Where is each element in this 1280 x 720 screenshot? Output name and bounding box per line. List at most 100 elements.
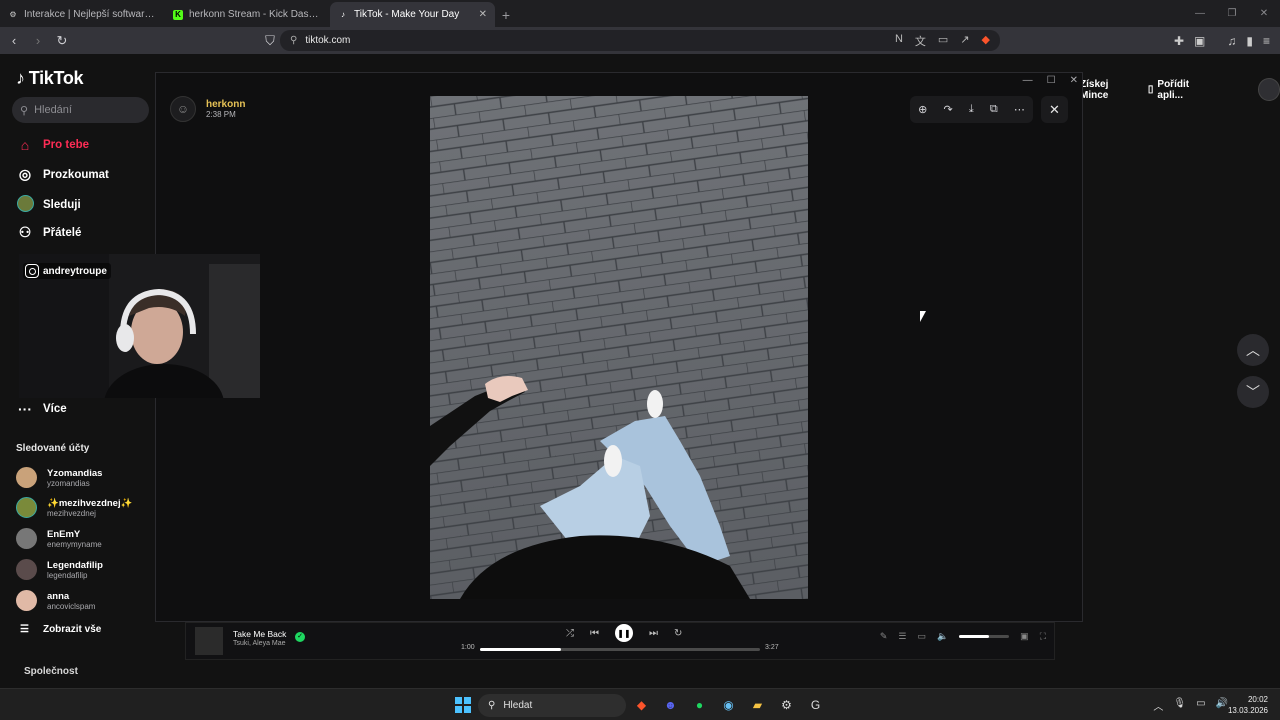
tab-tiktok[interactable]: ♪ TikTok - Make Your Day ✕	[330, 2, 495, 27]
no-translate-icon[interactable]: N	[895, 33, 903, 49]
fullscreen-icon[interactable]: ⛶	[1040, 631, 1046, 642]
nav-vice[interactable]: ··· Více	[16, 401, 67, 417]
bookmark-icon[interactable]: ⛉	[260, 31, 280, 51]
avatar	[16, 467, 37, 488]
chevron-up-icon[interactable]: ︿	[1153, 698, 1163, 713]
restore-icon[interactable]: ❐	[1216, 0, 1248, 27]
track-title[interactable]: Take Me Back	[233, 629, 286, 639]
music-player: Take Me Back Tsuki, Aleya Mae ✓ ⤮ ⏮ ❚❚ ⏭…	[185, 622, 1055, 660]
speaker-icon[interactable]: 🔊	[1216, 698, 1228, 713]
queue-icon[interactable]: ☰	[898, 631, 906, 642]
next-icon[interactable]: ⏭	[649, 628, 658, 639]
viewer-timestamp: 2:38 PM	[206, 110, 236, 119]
get-coins-button[interactable]: Získej Mince	[1080, 79, 1138, 101]
minimize-icon[interactable]: —	[1184, 0, 1216, 27]
site-info-icon[interactable]: ⚲	[290, 35, 297, 46]
miniplayer-icon[interactable]: ▣	[1020, 631, 1029, 642]
following-handle: yzomandias	[47, 478, 90, 488]
download-icon[interactable]: ⤓	[969, 103, 974, 116]
start-button[interactable]	[455, 697, 471, 713]
close-tab-icon[interactable]: ✕	[479, 9, 487, 20]
following-item[interactable]: anna ancoviclspam	[16, 590, 95, 611]
volume-fill	[959, 635, 990, 638]
wallet-icon[interactable]: ▣	[1194, 34, 1205, 48]
media-image[interactable]	[430, 96, 808, 599]
system-tray: ︿ 🎙 ▭ 🔊	[1153, 698, 1228, 713]
show-all-label: Zobrazit vše	[42, 624, 102, 635]
shuffle-icon[interactable]: ⤮	[566, 628, 574, 639]
media-icon[interactable]: ♫	[1227, 34, 1236, 48]
forward-icon[interactable]: ↷	[943, 103, 952, 116]
volume-slider[interactable]	[959, 635, 1010, 638]
spotify-icon[interactable]: ●	[690, 694, 709, 716]
extensions-icon[interactable]: ✚	[1174, 34, 1184, 48]
nav-pro-tebe[interactable]: ⌂ Pro tebe	[16, 137, 89, 153]
mic-icon[interactable]: ✎	[880, 631, 888, 642]
playback-progress[interactable]	[480, 648, 760, 651]
viewer-username[interactable]: herkonn	[206, 99, 245, 110]
url-field[interactable]: ⚲ tiktok.com N 文 ▭ ↗ ◆	[280, 30, 1000, 51]
minimize-icon[interactable]: —	[1023, 75, 1033, 86]
back-icon[interactable]: ‹	[4, 31, 24, 51]
search-input[interactable]: ⚲ Hledání	[12, 97, 149, 123]
nav-prozkoumat[interactable]: ◎ Prozkoumat	[16, 166, 109, 183]
volume-icon[interactable]: 🔈	[937, 631, 948, 642]
top-right-actions: Získej Mince ▯ Pořídit apli...	[1080, 78, 1280, 101]
address-toolbar: ‹ › ↻ ⛉ ⚲ tiktok.com N 文 ▭ ↗ ◆ ✚ ▣ ♫ ▮ ≡	[0, 27, 1280, 54]
brave-icon[interactable]: ◆	[632, 694, 651, 716]
open-external-icon[interactable]: ⧉	[990, 103, 998, 116]
close-window-icon[interactable]: ✕	[1248, 0, 1280, 27]
tiktok-logo[interactable]: ♪ TikTok	[16, 68, 84, 89]
nav-pratele[interactable]: ⚇ Přátelé	[16, 224, 82, 241]
folder-icon[interactable]: ▰	[748, 694, 767, 716]
device-icon[interactable]: ▭	[917, 631, 926, 642]
maximize-icon[interactable]: ☐	[1047, 75, 1056, 86]
previous-icon[interactable]: ⏮	[590, 628, 599, 639]
reader-icon[interactable]: ▭	[938, 33, 948, 49]
show-all-link[interactable]: ☰ Zobrazit vše	[20, 624, 101, 635]
menu-icon[interactable]: ≡	[1263, 34, 1270, 48]
nav-sleduji[interactable]: Sleduji	[16, 195, 81, 215]
next-video-button[interactable]: ﹀	[1237, 376, 1269, 408]
track-artist[interactable]: Tsuki, Aleya Mae	[233, 640, 286, 647]
track-duration: 3:27	[765, 644, 779, 651]
app-icon[interactable]: ⚙	[777, 694, 796, 716]
tab-kick[interactable]: K herkonn Stream - Kick Dashboard	[165, 2, 330, 27]
taskbar-search[interactable]: ⚲ Hledat	[478, 694, 626, 717]
discord-icon[interactable]: ☻	[661, 694, 680, 716]
more-icon[interactable]: ⋯	[1014, 103, 1025, 116]
share-icon[interactable]: ↗	[960, 33, 969, 49]
close-window-icon[interactable]: ✕	[1070, 75, 1078, 86]
reload-icon[interactable]: ↻	[52, 31, 72, 51]
album-cover[interactable]	[195, 627, 223, 655]
following-item[interactable]: Yzomandias yzomandias	[16, 467, 102, 488]
saved-check-icon[interactable]: ✓	[295, 632, 305, 642]
pause-button[interactable]: ❚❚	[615, 624, 633, 642]
previous-video-button[interactable]: ︿	[1237, 334, 1269, 366]
get-app-button[interactable]: ▯ Pořídit apli...	[1148, 79, 1216, 101]
avatar[interactable]	[1257, 78, 1280, 101]
zoom-in-icon[interactable]: ⊕	[918, 103, 927, 116]
network-icon[interactable]: ▭	[1196, 698, 1205, 713]
brave-shield-icon[interactable]: ◆	[982, 33, 990, 49]
tab-interakce[interactable]: ⚙ Interakce | Nejlepší software pro vyle	[0, 2, 165, 27]
following-name: Legendafilip	[47, 559, 103, 571]
get-app-label: Pořídit apli...	[1157, 78, 1190, 101]
list-icon: ☰	[20, 624, 29, 635]
following-item[interactable]: Legendafilip legendafilip	[16, 559, 103, 580]
windows-taskbar: ⚲ Hledat ◆ ☻ ● ◉ ▰ ⚙ G ︿ 🎙 ▭ 🔊 20:02 13.…	[0, 688, 1280, 720]
forward-icon[interactable]: ›	[28, 31, 48, 51]
sidebar-toggle-icon[interactable]: ▮	[1246, 34, 1253, 48]
repeat-icon[interactable]: ↻	[674, 628, 682, 639]
company-section[interactable]: Společnost	[24, 666, 78, 677]
close-viewer-button[interactable]: ✕	[1041, 96, 1068, 123]
following-item[interactable]: ✨mezihvezdnej✨ mezihvezdnej	[16, 497, 132, 518]
following-item[interactable]: EnEmY enemymyname	[16, 528, 102, 549]
app2-icon[interactable]: G	[806, 694, 825, 716]
avatar[interactable]: ☺	[170, 96, 196, 122]
new-tab-button[interactable]: +	[495, 2, 517, 27]
taskbar-clock[interactable]: 20:02 13.03.2026	[1228, 694, 1268, 716]
translate-icon[interactable]: 文	[915, 33, 926, 49]
steam-icon[interactable]: ◉	[719, 694, 738, 716]
mic-icon[interactable]: 🎙	[1173, 698, 1186, 713]
